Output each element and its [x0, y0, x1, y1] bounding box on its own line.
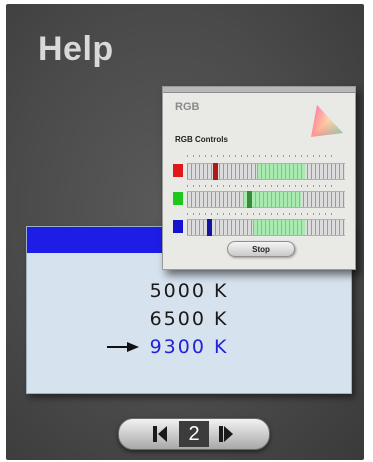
green-slider[interactable] [173, 191, 345, 208]
blue-thumb[interactable] [207, 219, 212, 236]
next-page-button[interactable] [215, 423, 237, 445]
preset-option-label: 5000 K [149, 280, 229, 302]
triangle-right-icon [219, 426, 233, 442]
blue-swatch [173, 220, 183, 233]
rgb-window-title: RGB [175, 101, 200, 113]
page-number: 2 [179, 421, 209, 447]
preset-option-5000k[interactable]: 5000 K [27, 277, 351, 305]
red-swatch [173, 164, 183, 177]
red-track[interactable] [187, 163, 345, 180]
green-thumb[interactable] [247, 191, 252, 208]
scale-ruler [187, 155, 337, 157]
preset-option-label: 9300 K [149, 336, 229, 358]
blue-track[interactable] [187, 219, 345, 236]
preset-option-label: 6500 K [149, 308, 229, 330]
color-triangle-icon [311, 105, 343, 137]
track-highlight [253, 220, 305, 235]
preset-option-6500k[interactable]: 6500 K [27, 305, 351, 333]
scale-ruler [187, 213, 337, 215]
prev-page-button[interactable] [149, 423, 171, 445]
scale-ruler [187, 185, 337, 187]
page-navigator: 2 [118, 418, 270, 450]
red-slider[interactable] [173, 163, 345, 180]
green-track[interactable] [187, 191, 345, 208]
triangle-left-icon [153, 426, 167, 442]
red-thumb[interactable] [213, 163, 218, 180]
green-swatch [173, 192, 183, 205]
window-titlebar[interactable] [163, 87, 355, 93]
page-title: Help [38, 30, 114, 68]
stop-button[interactable]: Stop [227, 241, 295, 257]
preset-option-9300k[interactable]: 9300 K [27, 333, 351, 361]
arrow-right-icon [107, 342, 139, 352]
rgb-controls-label: RGB Controls [175, 135, 228, 144]
blue-slider[interactable] [173, 219, 345, 236]
track-highlight [257, 164, 305, 179]
preset-list: 5000 K 6500 K 9300 K [27, 277, 351, 361]
rgb-window: RGB RGB Controls Stop [162, 86, 356, 270]
help-screen: Help PR 5000 K 6500 K 9300 K RGB [6, 4, 364, 460]
